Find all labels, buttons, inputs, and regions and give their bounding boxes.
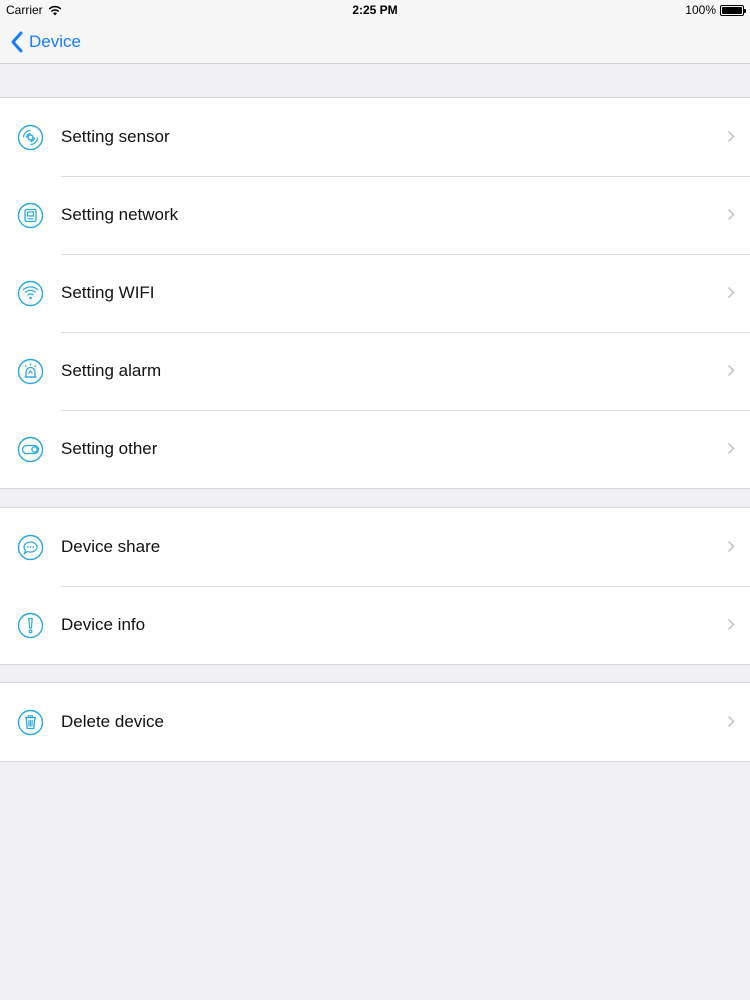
chevron-left-icon xyxy=(11,31,23,53)
back-label: Device xyxy=(29,32,81,51)
network-icon xyxy=(17,202,44,229)
row-delete-device[interactable]: Delete device xyxy=(0,683,750,761)
chevron-right-icon xyxy=(727,618,735,631)
row-setting-other[interactable]: Setting other xyxy=(0,410,750,488)
row-setting-wifi[interactable]: Setting WIFI xyxy=(0,254,750,332)
battery-icon xyxy=(720,4,746,16)
sensor-icon xyxy=(17,124,44,151)
row-device-share[interactable]: Device share xyxy=(0,508,750,586)
chevron-right-icon xyxy=(727,364,735,377)
row-label: Device share xyxy=(61,537,161,556)
toggle-icon xyxy=(17,436,44,463)
row-label: Device info xyxy=(61,615,146,634)
wifi-icon xyxy=(17,280,44,307)
row-label: Setting network xyxy=(61,205,179,224)
row-label: Delete device xyxy=(61,712,165,731)
row-label: Setting other xyxy=(61,439,158,458)
row-label: Setting WIFI xyxy=(61,283,155,302)
share-chat-icon xyxy=(17,534,44,561)
navigation-bar: Device xyxy=(0,20,750,64)
delete-group: Delete device xyxy=(0,682,750,762)
chevron-right-icon xyxy=(727,286,735,299)
row-label: Setting sensor xyxy=(61,127,170,146)
chevron-right-icon xyxy=(727,208,735,221)
chevron-right-icon xyxy=(727,442,735,455)
row-setting-sensor[interactable]: Setting sensor xyxy=(0,98,750,176)
battery-percent: 100% xyxy=(685,3,716,17)
row-device-info[interactable]: Device info xyxy=(0,586,750,664)
chevron-right-icon xyxy=(727,540,735,553)
settings-group: Setting sensor Setting network Setting W… xyxy=(0,97,750,489)
row-setting-alarm[interactable]: Setting alarm xyxy=(0,332,750,410)
device-group: Device share Device info xyxy=(0,507,750,665)
row-setting-network[interactable]: Setting network xyxy=(0,176,750,254)
back-button[interactable]: Device xyxy=(10,20,81,64)
chevron-right-icon xyxy=(727,130,735,143)
row-label: Setting alarm xyxy=(61,361,162,380)
status-right: 100% xyxy=(685,3,746,17)
info-icon xyxy=(17,612,44,639)
alarm-icon xyxy=(17,358,44,385)
chevron-right-icon xyxy=(727,715,735,728)
status-time: 2:25 PM xyxy=(352,3,398,17)
status-bar: Carrier 2:25 PM 100% xyxy=(0,0,750,20)
trash-icon xyxy=(17,709,44,736)
